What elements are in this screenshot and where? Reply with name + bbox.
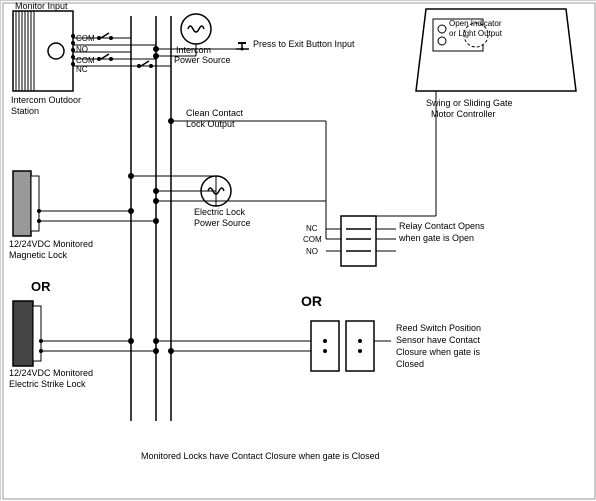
svg-text:12/24VDC Monitored: 12/24VDC Monitored — [9, 368, 93, 378]
svg-text:Electric Lock: Electric Lock — [194, 207, 246, 217]
svg-text:Station: Station — [11, 106, 39, 116]
svg-text:Open Indicator: Open Indicator — [449, 19, 502, 28]
svg-text:Monitored Locks have Contact C: Monitored Locks have Contact Closure whe… — [141, 451, 380, 461]
svg-text:COM: COM — [76, 56, 95, 65]
svg-text:Motor Controller: Motor Controller — [431, 109, 496, 119]
wiring-diagram: Monitor Input COM NO COM NC Intercom Out… — [0, 0, 596, 500]
monitor-input-label: Monitor Input — [15, 1, 68, 11]
svg-text:NC: NC — [306, 224, 318, 233]
svg-text:Magnetic Lock: Magnetic Lock — [9, 250, 68, 260]
svg-text:OR: OR — [301, 293, 322, 309]
svg-text:Electric Strike Lock: Electric Strike Lock — [9, 379, 86, 389]
svg-text:Relay Contact Opens: Relay Contact Opens — [399, 221, 485, 231]
svg-text:Reed Switch Position: Reed Switch Position — [396, 323, 481, 333]
svg-text:Closed: Closed — [396, 359, 424, 369]
svg-text:Clean Contact: Clean Contact — [186, 108, 244, 118]
svg-text:Sensor have Contact: Sensor have Contact — [396, 335, 481, 345]
svg-text:NO: NO — [306, 247, 318, 256]
svg-text:12/24VDC Monitored: 12/24VDC Monitored — [9, 239, 93, 249]
svg-text:Intercom: Intercom — [176, 45, 211, 55]
svg-text:Closure when gate is: Closure when gate is — [396, 347, 481, 357]
svg-text:Press to Exit Button Input: Press to Exit Button Input — [253, 39, 355, 49]
svg-text:or Light Output: or Light Output — [449, 29, 503, 38]
svg-text:COM: COM — [303, 235, 322, 244]
svg-text:when gate is Open: when gate is Open — [398, 233, 474, 243]
svg-text:Intercom Outdoor: Intercom Outdoor — [11, 95, 81, 105]
svg-text:NO: NO — [76, 45, 88, 54]
svg-text:OR: OR — [31, 279, 51, 294]
svg-text:Swing or Sliding Gate: Swing or Sliding Gate — [426, 98, 513, 108]
svg-text:Power Source: Power Source — [194, 218, 251, 228]
